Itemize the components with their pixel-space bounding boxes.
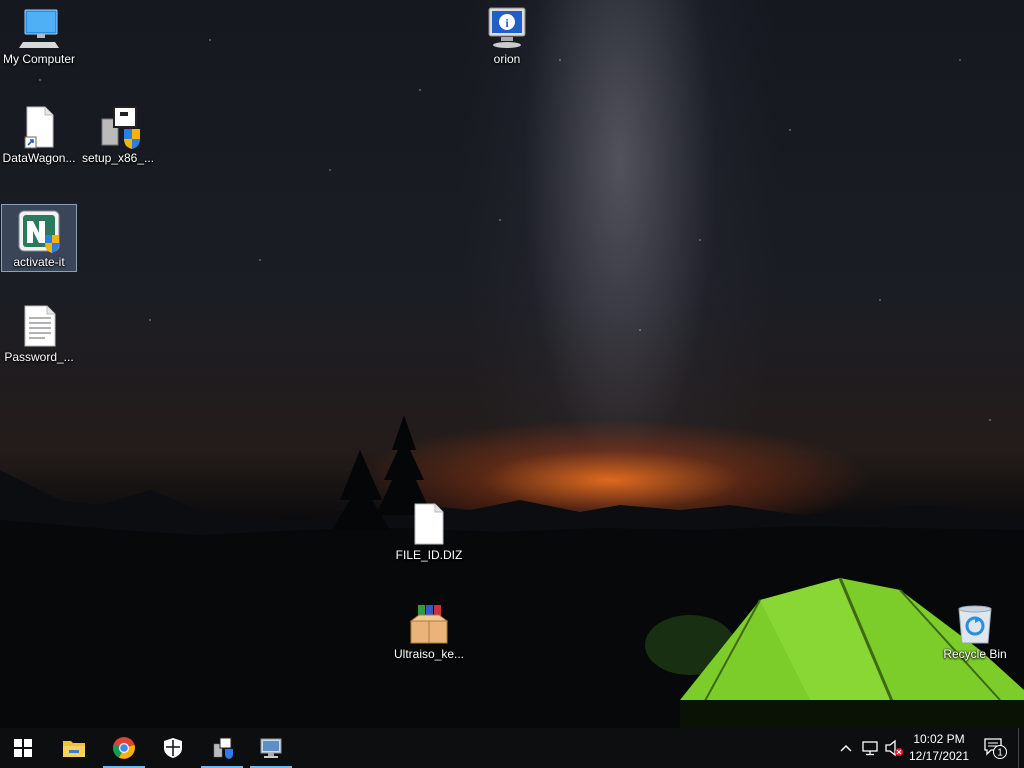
desktop-icon-my-computer[interactable]: My Computer (1, 2, 77, 70)
desktop-icon-label: Recycle Bin (943, 647, 1007, 661)
notification-center-button[interactable]: 1 (978, 728, 1012, 768)
shield-icon (164, 738, 182, 758)
taskbar-installer-button[interactable] (199, 728, 245, 768)
monitor-icon (260, 738, 282, 758)
folder-icon (63, 741, 85, 757)
installer-icon (101, 106, 140, 149)
text-document-icon (24, 305, 56, 347)
tray-network-button[interactable] (858, 728, 882, 768)
file-shortcut-icon (24, 106, 54, 149)
desktop-icon-label: FILE_ID.DIZ (395, 548, 463, 562)
taskbar: 10:02 PM 12/17/2021 1 (0, 728, 1024, 768)
recycle-bin-icon (958, 605, 992, 644)
desktop-icon-password[interactable]: Password_... (1, 300, 77, 368)
desktop-icon-label: setup_x86_... (81, 151, 155, 165)
desktop-icon-datawagon[interactable]: DataWagon... (1, 101, 77, 169)
taskbar-remote-button[interactable] (248, 728, 294, 768)
desktop-icon-label: My Computer (2, 52, 76, 66)
notification-icon: 1 (984, 738, 1007, 759)
computer-icon (19, 9, 59, 48)
start-button[interactable] (0, 728, 46, 768)
archive-box-icon (409, 605, 449, 644)
installer-icon (213, 737, 233, 759)
desktop-icon-recycle-bin[interactable]: Recycle Bin (937, 597, 1013, 665)
volume-muted-icon (885, 739, 903, 757)
clock-time: 10:02 PM (913, 732, 965, 746)
desktop-icon-activate-it[interactable]: activate-it (1, 204, 77, 272)
tray-overflow-button[interactable] (836, 728, 856, 768)
chevron-up-icon (840, 744, 852, 752)
taskbar-security-button[interactable] (150, 728, 196, 768)
desktop-icon-label: Password_... (4, 350, 74, 364)
desktop-icon-label: Ultraiso_ke... (393, 647, 465, 661)
desktop-icon-label: DataWagon... (2, 151, 76, 165)
windows-start-icon (14, 739, 32, 757)
desktop-icon-file-id-diz[interactable]: FILE_ID.DIZ (391, 498, 467, 566)
tray-clock[interactable]: 10:02 PM 12/17/2021 (902, 731, 976, 765)
desktop-icon-setup[interactable]: setup_x86_... (80, 101, 156, 169)
clock-date: 12/17/2021 (908, 749, 970, 763)
show-desktop-button[interactable] (1018, 728, 1024, 768)
desktop-icon-label: orion (493, 52, 521, 66)
desktop-icon-orion[interactable]: i orion (469, 2, 545, 70)
chrome-icon (113, 737, 135, 759)
taskbar-file-explorer-button[interactable] (51, 728, 97, 768)
blank-file-icon (414, 503, 444, 545)
info-monitor-icon: i (488, 7, 526, 48)
desktop-icon-label: activate-it (13, 255, 65, 269)
desktop-icon-ultraiso[interactable]: Ultraiso_ke... (391, 597, 467, 665)
network-icon (862, 741, 878, 756)
notification-count: 1 (997, 748, 1003, 759)
taskbar-chrome-button[interactable] (101, 728, 147, 768)
activator-app-icon (18, 210, 60, 253)
